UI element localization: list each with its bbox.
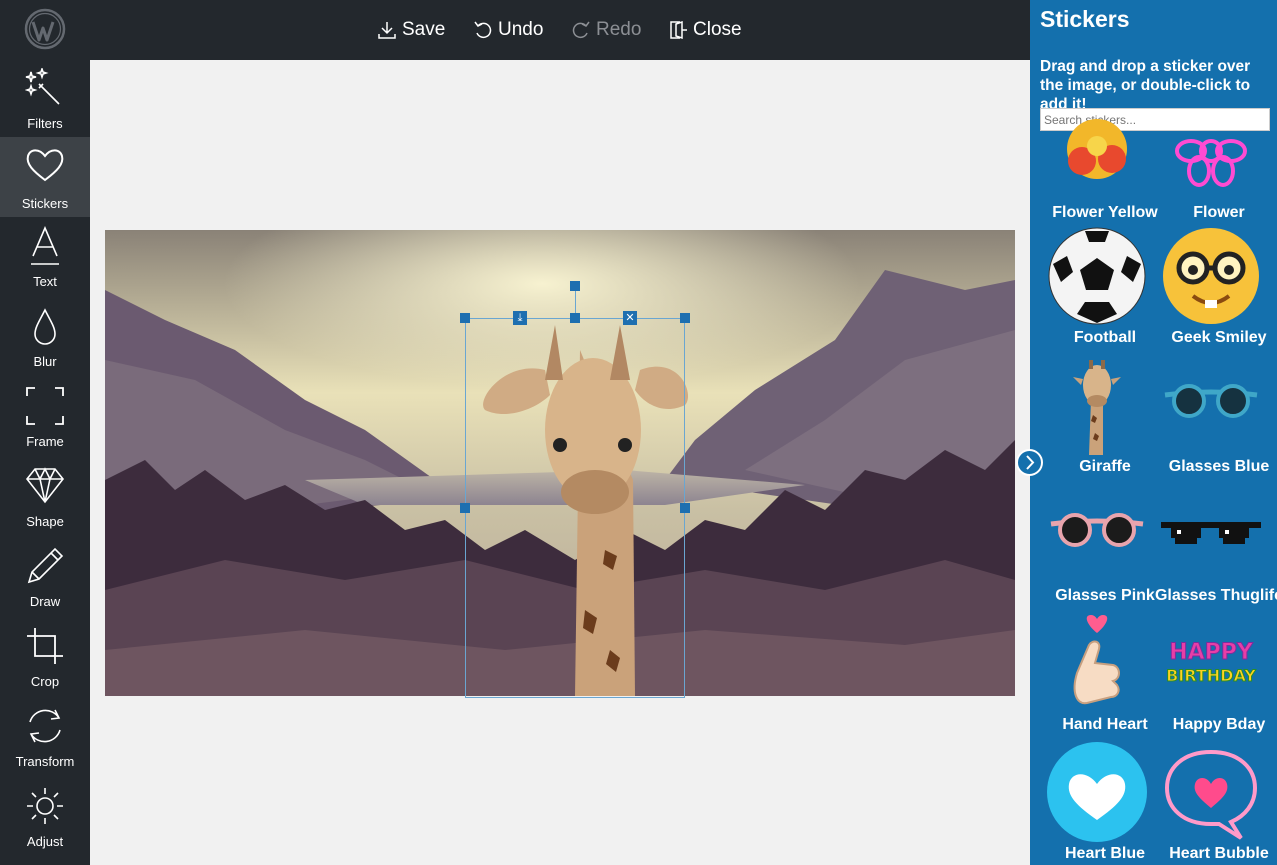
close-button[interactable]: Close <box>668 17 742 43</box>
frame-icon <box>26 387 64 425</box>
tool-sidebar: Filters Stickers Text Blur Frame Shape D… <box>0 0 90 865</box>
resize-handle-top[interactable] <box>570 313 580 323</box>
blue-heart-icon <box>1047 742 1147 842</box>
tool-text[interactable]: Text <box>0 218 90 298</box>
tool-label: Adjust <box>26 834 64 849</box>
tool-label: Crop <box>30 674 60 689</box>
tool-filters[interactable]: Filters <box>0 60 90 140</box>
crop-icon <box>27 628 63 664</box>
diamond-icon <box>25 467 65 504</box>
sticker-heart-blue[interactable]: Heart Blue <box>1040 742 1154 865</box>
tool-label: Stickers <box>21 196 69 211</box>
pencil-icon <box>27 547 64 584</box>
close-label: Close <box>693 19 742 40</box>
panel-title: Stickers <box>1040 6 1130 32</box>
sticker-heart-bubble[interactable]: Heart Bubble <box>1154 742 1269 865</box>
undo-label: Undo <box>498 19 544 40</box>
undo-button[interactable]: Undo <box>473 17 543 43</box>
pixel-glasses-icon <box>1161 522 1261 544</box>
sticker-label: Happy Bday <box>1172 716 1266 733</box>
redo-button[interactable]: Redo <box>571 17 641 43</box>
resize-handle-right[interactable] <box>680 503 690 513</box>
sticker-flower[interactable]: Flower <box>1154 101 1268 230</box>
tool-stickers[interactable]: Stickers <box>0 137 90 217</box>
tool-label: Blur <box>33 354 57 369</box>
sticker-label: Flower <box>1193 204 1245 221</box>
text-icon <box>31 226 59 265</box>
tool-frame[interactable]: Frame <box>0 378 90 458</box>
save-label: Save <box>402 19 446 40</box>
heart-icon <box>26 149 64 182</box>
tool-adjust[interactable]: Adjust <box>0 778 90 858</box>
drop-icon <box>34 308 56 345</box>
undo-icon <box>474 21 492 39</box>
rotate-icon <box>29 709 61 743</box>
sticker-flower-yellow[interactable]: Flower Yellow <box>1040 101 1158 230</box>
yellow-flower-icon <box>1067 119 1127 179</box>
resize-handle-top-left[interactable] <box>460 313 470 323</box>
sticker-glasses-pink[interactable]: Glasses Pink <box>1040 484 1155 613</box>
happy-birthday-icon: HAPPY BIRTHDAY <box>1166 640 1257 686</box>
tool-label: Draw <box>29 594 61 609</box>
neon-flower-icon <box>1175 139 1247 187</box>
sticker-giraffe[interactable]: Giraffe <box>1040 355 1154 484</box>
blue-glasses-icon <box>1164 384 1258 418</box>
football-icon <box>1048 227 1146 325</box>
pink-glasses-icon <box>1050 513 1144 547</box>
tool-label: Filters <box>27 116 63 131</box>
tool-crop[interactable]: Crop <box>0 618 90 698</box>
redo-label: Redo <box>596 19 642 40</box>
resize-handle-left[interactable] <box>460 503 470 513</box>
svg-text:BIRTHDAY: BIRTHDAY <box>1166 666 1256 685</box>
svg-text:HAPPY: HAPPY <box>1169 640 1254 665</box>
sticker-glasses-thuglife[interactable]: Glasses Thuglife <box>1154 484 1277 613</box>
sticker-label: Glasses Blue <box>1168 458 1270 475</box>
exit-door-icon <box>670 20 687 40</box>
heart-bubble-icon <box>1164 749 1258 840</box>
sticker-label: Glasses Thuglife <box>1154 587 1277 604</box>
sticker-hand-heart[interactable]: Hand Heart <box>1040 613 1154 742</box>
sticker-geek-smiley[interactable]: Geek Smiley <box>1154 226 1268 355</box>
download-icon <box>378 22 396 39</box>
tool-blur[interactable]: Blur <box>0 298 90 378</box>
editor-toolbar: Save Undo Redo Close <box>90 0 1030 60</box>
hand-heart-icon <box>1073 615 1120 705</box>
sticker-football[interactable]: Football <box>1040 226 1154 355</box>
sticker-label: Heart Bubble <box>1169 845 1269 862</box>
magic-wand-icon <box>25 68 60 105</box>
tool-draw[interactable]: Draw <box>0 538 90 618</box>
collapse-panel-button[interactable] <box>1016 449 1043 476</box>
resize-handle-top-right[interactable] <box>680 313 690 323</box>
sticker-glasses-blue[interactable]: Glasses Blue <box>1154 355 1269 484</box>
stickers-panel: Stickers Drag and drop a sticker over th… <box>1030 0 1277 865</box>
sticker-happy-bday[interactable]: HAPPY BIRTHDAY Happy Bday <box>1154 613 1268 742</box>
sticker-down-icon[interactable]: ⤓ <box>513 311 527 325</box>
giraffe-icon <box>1073 360 1121 455</box>
sticker-selection-box[interactable] <box>465 318 685 698</box>
tool-label: Text <box>33 274 57 289</box>
rotate-handle[interactable] <box>570 281 580 291</box>
chevron-right-icon <box>1026 455 1035 470</box>
sticker-label: Geek Smiley <box>1171 329 1267 346</box>
brightness-icon <box>27 788 63 824</box>
save-button[interactable]: Save <box>377 17 445 43</box>
tool-label: Shape <box>26 514 64 529</box>
tool-transform[interactable]: Transform <box>0 698 90 778</box>
tool-label: Frame <box>26 434 64 449</box>
tool-label: Transform <box>15 754 75 769</box>
geek-smiley-icon <box>1163 228 1259 324</box>
redo-icon <box>572 21 590 39</box>
sticker-delete-icon[interactable]: ✕ <box>623 311 637 325</box>
wordpress-logo-icon[interactable] <box>24 8 66 50</box>
tool-shape[interactable]: Shape <box>0 458 90 538</box>
